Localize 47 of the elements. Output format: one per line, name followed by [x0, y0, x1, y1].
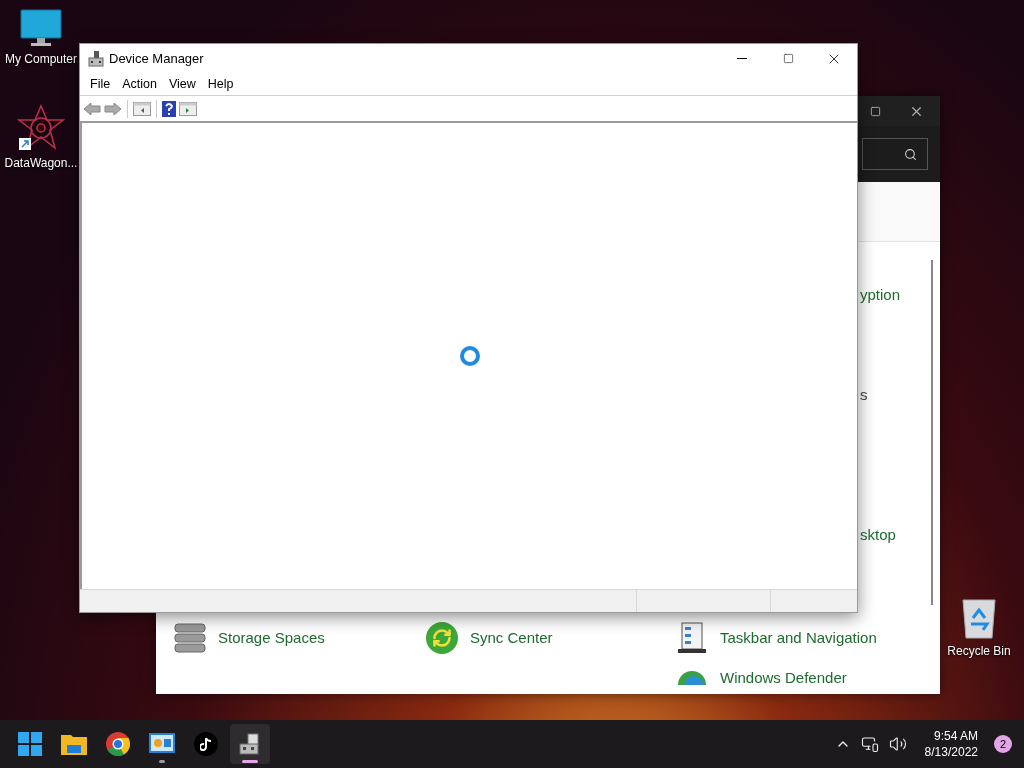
star-pattern-icon — [17, 104, 65, 152]
minimize-icon — [737, 58, 747, 59]
control-panel-link[interactable]: s — [860, 384, 868, 407]
control-panel-link[interactable]: Taskbar and Navigation — [720, 626, 877, 650]
device-manager-icon — [88, 50, 104, 67]
taskbar-button[interactable] — [230, 724, 270, 764]
folder-icon[interactable] — [61, 733, 87, 755]
scrollbar[interactable] — [931, 260, 933, 605]
control-panel-link[interactable]: Windows Defender — [720, 666, 847, 690]
search-icon — [904, 147, 917, 161]
notification-badge[interactable]: 2 — [994, 735, 1012, 753]
desktop-icon-label[interactable]: Recycle Bin — [947, 642, 1011, 660]
clock-date[interactable]: 8/13/2022 — [924, 744, 978, 760]
start-icon[interactable] — [18, 732, 42, 756]
control-panel-link[interactable]: Sync Center — [470, 626, 553, 650]
control-panel-link[interactable]: sktop — [860, 524, 896, 547]
running-indicator — [242, 760, 258, 763]
control-panel-link[interactable]: Storage Spaces — [218, 626, 325, 650]
music-note-icon[interactable] — [194, 732, 218, 756]
search-field[interactable] — [862, 138, 928, 170]
network-icon[interactable] — [860, 735, 879, 753]
panel-icon[interactable] — [133, 101, 151, 116]
control-panel-link[interactable]: yption — [860, 284, 901, 307]
menu-item[interactable]: File — [84, 74, 117, 94]
running-indicator — [159, 760, 165, 763]
globe-icon — [677, 671, 707, 685]
forward-arrow-icon[interactable] — [104, 101, 122, 116]
device-manager-icon[interactable] — [238, 733, 262, 755]
menu-item[interactable]: View — [162, 74, 202, 94]
sync-icon — [426, 622, 458, 654]
browser-icon[interactable] — [106, 732, 130, 756]
monitor-icon — [19, 8, 63, 48]
disk-stack-icon — [173, 621, 207, 655]
window-title: Device Manager — [109, 49, 204, 68]
recycle-bin-icon — [961, 596, 997, 640]
menu-item[interactable]: Help — [201, 74, 240, 94]
desktop-icon-label[interactable]: DataWagon... — [4, 154, 78, 172]
maximize-icon — [782, 53, 794, 64]
clock-time[interactable]: 9:54 AM — [933, 728, 978, 744]
screen-icon[interactable] — [149, 733, 175, 755]
maximize-icon[interactable] — [870, 105, 881, 117]
desktop-icon-label[interactable]: My Computer — [5, 50, 77, 68]
back-arrow-icon[interactable] — [83, 101, 101, 116]
help-icon[interactable] — [162, 100, 176, 117]
volume-icon[interactable] — [888, 735, 907, 753]
list-panel-icon — [677, 622, 707, 654]
menu-item[interactable]: Action — [116, 74, 163, 94]
